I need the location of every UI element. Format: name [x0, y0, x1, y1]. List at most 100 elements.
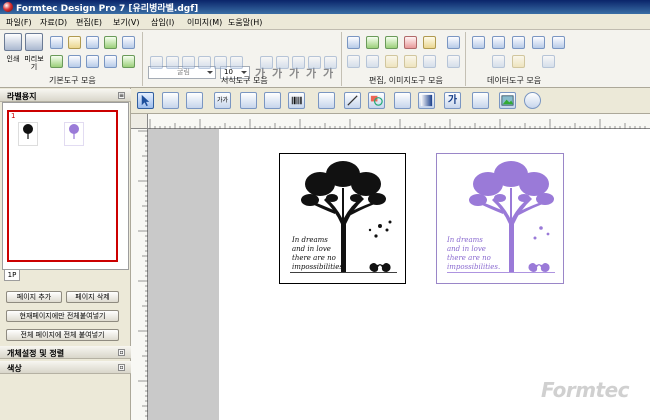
- sheet-panel-header: 라벨용지 ≡: [0, 89, 131, 102]
- settings-icon[interactable]: [122, 36, 135, 49]
- bring-front-icon[interactable]: [385, 55, 398, 68]
- horizontal-ruler-ticks: [149, 119, 646, 129]
- text-tool-button[interactable]: 가: [444, 92, 461, 109]
- add-page-button[interactable]: 페이지 추가: [6, 291, 62, 303]
- distribute-vertical-icon[interactable]: [276, 56, 289, 69]
- insert-image-icon[interactable]: [499, 92, 516, 109]
- barcode-icon[interactable]: [288, 92, 305, 109]
- same-width-icon[interactable]: [292, 56, 305, 69]
- preview-button-label[interactable]: 미리보기: [24, 55, 44, 71]
- color-panel-header[interactable]: 색상 ▫: [0, 361, 131, 374]
- horizontal-ruler[interactable]: [148, 114, 650, 129]
- clipart-icon[interactable]: [472, 92, 489, 109]
- label-quote: In dreams and in love there are no impos…: [447, 236, 500, 272]
- undo-icon[interactable]: [366, 36, 379, 49]
- table-icon[interactable]: [318, 92, 335, 109]
- same-size-icon[interactable]: [324, 56, 337, 69]
- menu-image[interactable]: 이미지(M): [187, 17, 222, 28]
- image-icon[interactable]: [347, 36, 360, 49]
- label-black-tree[interactable]: In dreams and in love there are no impos…: [279, 153, 406, 284]
- rotate-icon[interactable]: [347, 55, 360, 68]
- menu-file[interactable]: 파일(F): [6, 17, 32, 28]
- page-tab[interactable]: 1P: [4, 270, 20, 281]
- menu-edit[interactable]: 편집(E): [76, 17, 102, 28]
- panel-menu-icon[interactable]: ≡: [118, 92, 125, 99]
- menu-insert[interactable]: 삽입(I): [151, 17, 174, 28]
- chevron-down-icon: [241, 71, 247, 74]
- quote-line: and in love: [292, 245, 331, 253]
- expand-icon[interactable]: ▫: [118, 364, 125, 371]
- toolbar-divider: [465, 32, 466, 86]
- object-settings-panel-header[interactable]: 개체설정 및 정렬 ▫: [0, 346, 131, 359]
- menu-help[interactable]: 도움말(H): [228, 17, 262, 28]
- line-tool-icon[interactable]: [344, 92, 361, 109]
- redo-icon[interactable]: [385, 36, 398, 49]
- align-middle-icon[interactable]: [214, 56, 227, 69]
- toolbar-divider: [142, 32, 143, 86]
- font-name-value: 굴림: [177, 68, 190, 76]
- circle-logo-icon[interactable]: [524, 92, 541, 109]
- database-link-icon[interactable]: [492, 55, 505, 68]
- database-last-icon[interactable]: [552, 36, 565, 49]
- letter-spacing-text-icon[interactable]: 가가: [214, 92, 231, 109]
- edit-tools-icon[interactable]: [240, 92, 257, 109]
- zoom-fit-icon[interactable]: [122, 55, 135, 68]
- format-tools-label: 서식도구 모음: [221, 76, 268, 85]
- ruler-corner: [131, 114, 148, 129]
- serial-number-icon[interactable]: [264, 92, 281, 109]
- pencil-icon[interactable]: [50, 55, 63, 68]
- align-bottom-icon[interactable]: [230, 56, 243, 69]
- expand-icon[interactable]: ▫: [118, 349, 125, 356]
- group-icon[interactable]: [423, 55, 436, 68]
- quote-line: impossibilities.: [292, 263, 346, 271]
- print-icon[interactable]: [4, 33, 22, 51]
- database-search-icon[interactable]: [512, 36, 525, 49]
- align-right-icon[interactable]: [182, 56, 195, 69]
- menu-view[interactable]: 보기(V): [113, 17, 139, 28]
- flip-icon[interactable]: [366, 55, 379, 68]
- eraser-icon[interactable]: [447, 36, 460, 49]
- distribute-horizontal-icon[interactable]: [260, 56, 273, 69]
- database-settings-icon[interactable]: [542, 55, 555, 68]
- text-box-icon[interactable]: [186, 92, 203, 109]
- label-purple-tree[interactable]: In dreams and in love there are no impos…: [436, 153, 564, 284]
- print-button-label[interactable]: 인쇄: [3, 55, 23, 63]
- menu-bar: 파일(F) 자료(D) 편집(E) 보기(V) 삽입(I) 이미지(M) 도움말…: [0, 14, 650, 30]
- same-height-icon[interactable]: [308, 56, 321, 69]
- arrange-icon[interactable]: [162, 92, 179, 109]
- new-document-icon[interactable]: [50, 36, 63, 49]
- paste-all-current-page-button[interactable]: 현재페이지에만 전체붙여넣기: [6, 310, 119, 322]
- quote-line: there are no: [292, 254, 336, 262]
- color-panel-title: 색상: [7, 364, 22, 373]
- align-top-icon[interactable]: [198, 56, 211, 69]
- delete-page-button[interactable]: 페이지 삭제: [66, 291, 119, 303]
- page-thumbnail[interactable]: 1: [7, 110, 118, 262]
- save-icon[interactable]: [86, 36, 99, 49]
- align-left-icon[interactable]: [150, 56, 163, 69]
- paste-icon[interactable]: [423, 36, 436, 49]
- quote-line: and in love: [447, 245, 486, 253]
- thumbnail-tree-purple-icon: [64, 122, 84, 146]
- ungroup-icon[interactable]: [447, 55, 460, 68]
- shape-tool-icon[interactable]: [368, 92, 385, 109]
- preview-icon[interactable]: [25, 33, 43, 51]
- zoom-in-icon[interactable]: [86, 55, 99, 68]
- database-first-icon[interactable]: [472, 36, 485, 49]
- database-print-icon[interactable]: [512, 55, 525, 68]
- database-prev-icon[interactable]: [492, 36, 505, 49]
- paste-all-pages-button[interactable]: 전체 페이지에 전체 붙여넣기: [6, 329, 119, 341]
- select-pointer-icon[interactable]: [137, 92, 154, 109]
- zoom-out-icon[interactable]: [104, 55, 117, 68]
- refresh-icon[interactable]: [104, 36, 117, 49]
- menu-data[interactable]: 자료(D): [40, 17, 67, 28]
- cut-icon[interactable]: [404, 36, 417, 49]
- align-center-icon[interactable]: [166, 56, 179, 69]
- grid-icon[interactable]: [394, 92, 411, 109]
- title-bar: Formtec Design Pro 7 [유리병라벨.dgf]: [0, 0, 650, 14]
- gradient-icon[interactable]: [418, 92, 435, 109]
- send-back-icon[interactable]: [404, 55, 417, 68]
- database-next-icon[interactable]: [532, 36, 545, 49]
- vertical-ruler[interactable]: [131, 129, 148, 420]
- page-icon[interactable]: [68, 55, 81, 68]
- open-folder-icon[interactable]: [68, 36, 81, 49]
